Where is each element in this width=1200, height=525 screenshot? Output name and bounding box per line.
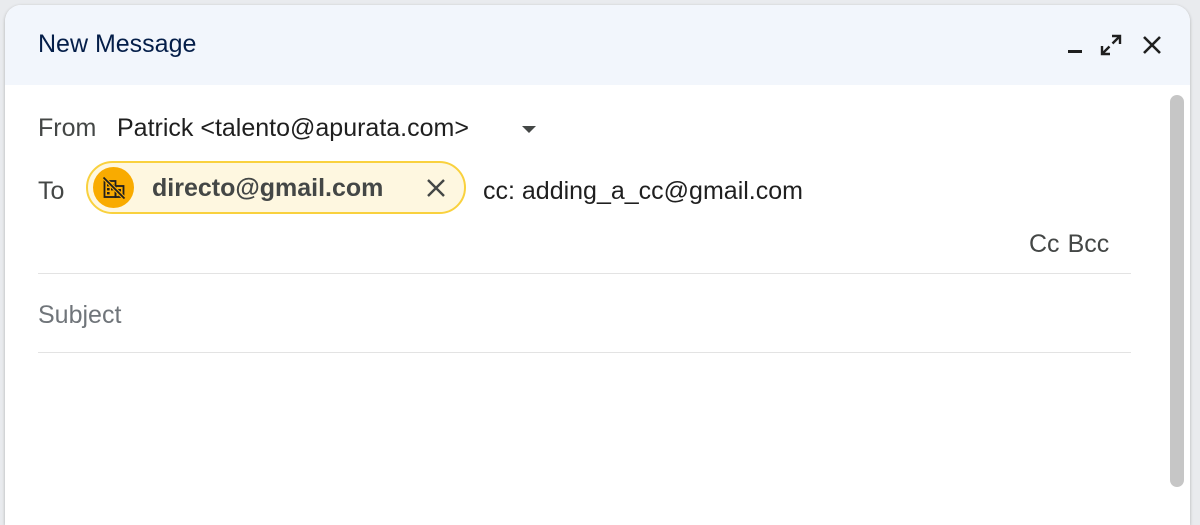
compose-title: New Message xyxy=(38,30,197,58)
bcc-link[interactable]: Bcc xyxy=(1068,230,1110,258)
close-icon xyxy=(427,179,445,197)
close-button[interactable] xyxy=(1136,29,1168,61)
cc-link[interactable]: Cc xyxy=(1029,230,1060,258)
no-domain-icon xyxy=(102,176,126,200)
compose-window: New Message From Patrick <talento@apurat… xyxy=(5,5,1190,525)
recipient-chip[interactable]: directo@gmail.com xyxy=(86,161,466,214)
fullscreen-button[interactable] xyxy=(1095,29,1127,61)
subject-input[interactable] xyxy=(38,297,1128,333)
to-label: To xyxy=(38,177,65,205)
from-selector[interactable]: Patrick <talento@apurata.com> xyxy=(117,114,469,143)
scrollbar-thumb[interactable] xyxy=(1170,95,1184,487)
compose-body: From Patrick <talento@apurata.com> To di… xyxy=(5,85,1190,525)
recipient-avatar xyxy=(93,167,134,208)
expand-icon xyxy=(1100,34,1122,56)
close-icon xyxy=(1143,36,1161,54)
scrollbar-track[interactable] xyxy=(1163,87,1190,487)
subject-divider xyxy=(38,352,1131,353)
minimize-button[interactable] xyxy=(1059,29,1091,61)
to-input[interactable] xyxy=(483,175,1123,207)
from-dropdown-button[interactable] xyxy=(519,123,539,137)
from-label: From xyxy=(38,114,97,142)
compose-header[interactable]: New Message xyxy=(5,5,1190,85)
recipient-email: directo@gmail.com xyxy=(152,174,384,202)
remove-recipient-button[interactable] xyxy=(422,174,450,202)
recipients-divider xyxy=(38,273,1131,274)
caret-down-icon xyxy=(522,126,536,133)
minimize-icon xyxy=(1068,50,1082,53)
cc-bcc-links: Cc Bcc xyxy=(1029,230,1109,259)
